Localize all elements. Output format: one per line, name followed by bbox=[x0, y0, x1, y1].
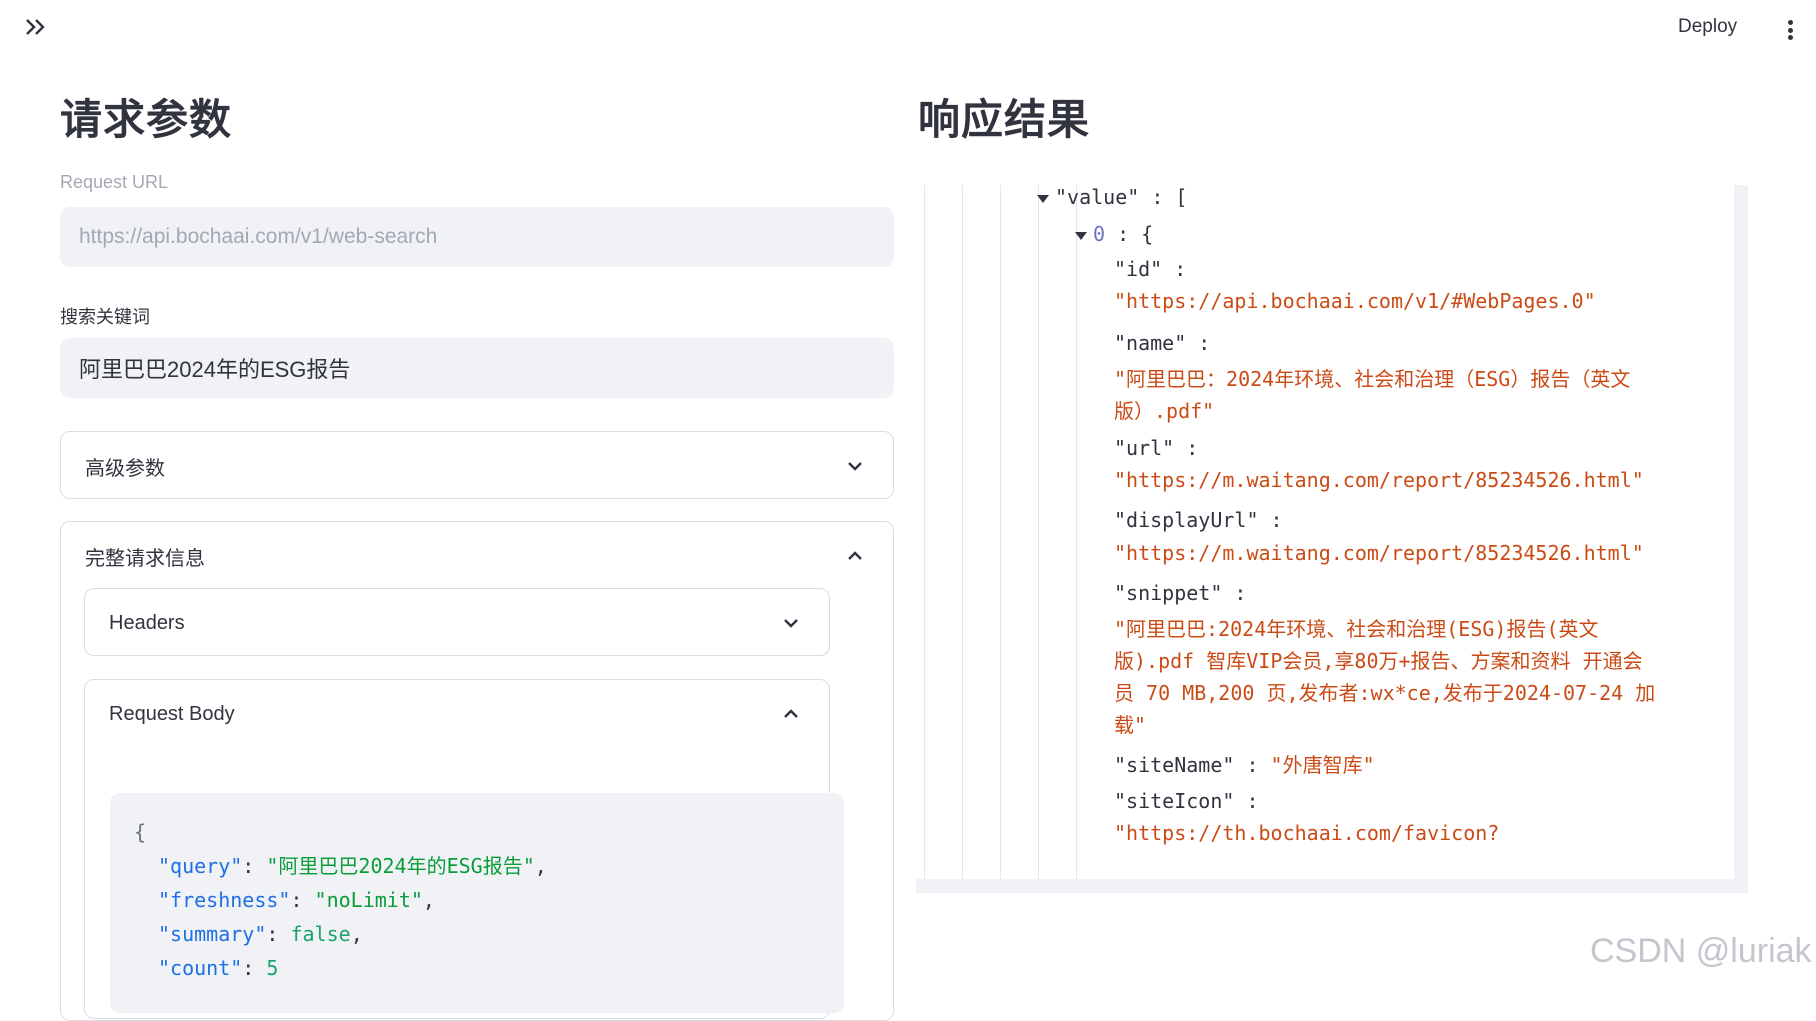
horizontal-scrollbar[interactable] bbox=[916, 879, 1748, 893]
request-params-title: 请求参数 bbox=[60, 95, 233, 144]
advanced-params-header[interactable]: 高级参数 bbox=[61, 432, 893, 500]
code-line-count: "count": 5 bbox=[158, 956, 279, 980]
request-url-input: https://api.bochaai.com/v1/web-search bbox=[60, 207, 894, 267]
full-request-header[interactable]: 完整请求信息 bbox=[61, 522, 893, 590]
code-line-query: "query": "阿里巴巴2024年的ESG报告", bbox=[158, 854, 547, 878]
json-val-id: "https://api.bochaai.com/v1/#WebPages.0" bbox=[1114, 289, 1596, 313]
top-bar: Deploy bbox=[0, 0, 1816, 60]
code-value: "noLimit" bbox=[314, 888, 423, 912]
json-val-name-2: 版）.pdf" bbox=[1114, 399, 1215, 423]
json-val-snippet-4: 载" bbox=[1114, 713, 1147, 737]
json-val-url: "https://m.waitang.com/report/85234526.h… bbox=[1114, 468, 1644, 492]
code-key: "freshness" bbox=[158, 888, 291, 912]
request-body-header[interactable]: Request Body bbox=[85, 680, 829, 748]
code-key: "count" bbox=[158, 956, 243, 980]
chevron-up-icon bbox=[848, 551, 862, 560]
collapse-triangle-icon[interactable] bbox=[1037, 194, 1049, 203]
json-val-snippet-2: 版).pdf 智库VIP会员,享80万+报告、方案和资料 开通会 bbox=[1114, 649, 1643, 673]
request-url-label: Request URL bbox=[60, 172, 169, 192]
json-value-node[interactable]: "value" : [ bbox=[1037, 185, 1187, 209]
watermark: CSDN @luriak bbox=[1590, 932, 1812, 970]
code-line-freshness: "freshness": "noLimit", bbox=[158, 888, 435, 912]
code-value: "阿里巴巴2024年的ESG报告" bbox=[266, 854, 535, 878]
json-val-name-1: "阿里巴巴：2024年环境、社会和治理（ESG）报告（英文 bbox=[1114, 367, 1631, 391]
headers-expander[interactable]: Headers bbox=[84, 588, 830, 656]
keyword-input[interactable]: 阿里巴巴2024年的ESG报告 bbox=[60, 338, 894, 398]
request-body-label: Request Body bbox=[109, 702, 235, 725]
chevron-down-icon bbox=[784, 619, 798, 628]
json-key-displayurl: "displayUrl" : bbox=[1114, 508, 1283, 532]
more-options-icon[interactable] bbox=[1780, 16, 1800, 44]
json-index-node[interactable]: 0 : { bbox=[1075, 222, 1153, 246]
headers-header[interactable]: Headers bbox=[85, 589, 829, 657]
json-val-displayurl: "https://m.waitang.com/report/85234526.h… bbox=[1114, 541, 1644, 565]
json-val-siteicon: "https://th.bochaai.com/favicon? bbox=[1114, 821, 1500, 845]
code-key: "query" bbox=[158, 854, 243, 878]
full-request-label: 完整请求信息 bbox=[85, 547, 205, 570]
code-key: "summary" bbox=[158, 922, 267, 946]
json-key-name: "name" : bbox=[1114, 331, 1211, 355]
headers-label: Headers bbox=[109, 611, 185, 634]
advanced-params-expander[interactable]: 高级参数 bbox=[60, 431, 894, 499]
code-open-brace: { bbox=[134, 820, 147, 844]
collapse-triangle-icon[interactable] bbox=[1075, 231, 1087, 240]
code-line-summary: "summary": false, bbox=[158, 922, 363, 946]
expand-sidebar-icon[interactable] bbox=[22, 14, 48, 40]
json-viewer[interactable]: "value" : [ 0 : { "id" : "https://api.bo… bbox=[916, 185, 1748, 893]
chevron-down-icon bbox=[848, 462, 862, 471]
json-key-siteicon: "siteIcon" : bbox=[1114, 789, 1259, 813]
json-val-snippet-1: "阿里巴巴:2024年环境、社会和治理(ESG)报告(英文 bbox=[1114, 617, 1599, 641]
vertical-scrollbar[interactable] bbox=[1734, 185, 1748, 893]
chevron-up-icon bbox=[784, 709, 798, 718]
json-key-snippet: "snippet" : bbox=[1114, 581, 1247, 605]
keyword-label: 搜索关键词 bbox=[60, 307, 150, 327]
advanced-params-label: 高级参数 bbox=[85, 457, 165, 480]
request-body-code: { "query": "阿里巴巴2024年的ESG报告", "freshness… bbox=[110, 793, 844, 1013]
deploy-button[interactable]: Deploy bbox=[1678, 16, 1737, 38]
code-value: 5 bbox=[266, 956, 279, 980]
json-key-url: "url" : bbox=[1114, 436, 1199, 460]
json-val-snippet-3: 员 70 MB,200 页,发布者:wx*ce,发布于2024-07-24 加 bbox=[1114, 681, 1656, 705]
response-result-title: 响应结果 bbox=[918, 95, 1091, 144]
code-value: false bbox=[290, 922, 351, 946]
json-key-id: "id" : bbox=[1114, 257, 1187, 281]
json-key-sitename: "siteName" : "外唐智库" bbox=[1114, 753, 1375, 777]
